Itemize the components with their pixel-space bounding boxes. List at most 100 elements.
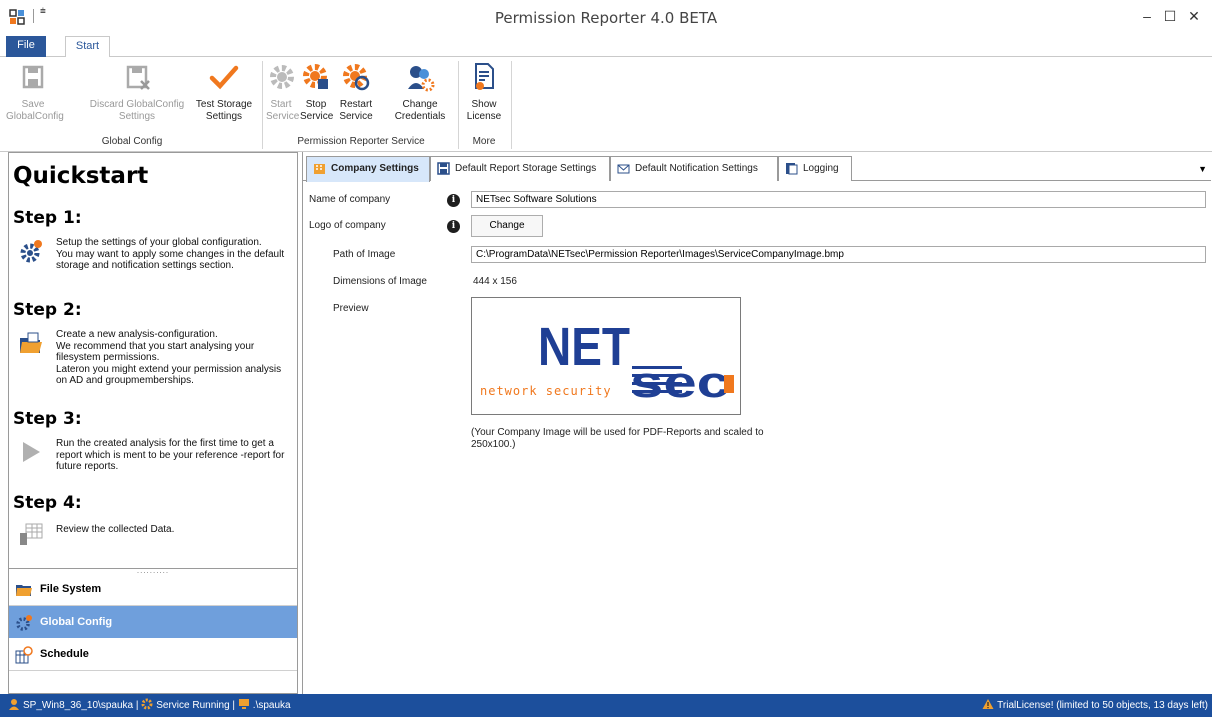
company-name-label: Name of company: [309, 194, 391, 205]
user-icon: [9, 699, 19, 710]
schedule-icon: [15, 646, 33, 664]
step-4-heading: Step 4:: [13, 493, 82, 513]
step-3-heading: Step 3:: [13, 409, 82, 429]
logo-preview: NET sec network security: [471, 297, 741, 415]
nav-divider: [9, 670, 297, 671]
close-button[interactable]: ✕: [1184, 8, 1204, 26]
log-book-icon: [786, 163, 798, 175]
group-label-service: Permission Reporter Service: [297, 136, 425, 147]
license-document-icon: [475, 63, 494, 90]
preview-note: (Your Company Image will be used for PDF…: [471, 427, 764, 450]
change-logo-button[interactable]: Change: [471, 215, 543, 237]
license-status: TrialLicense! (limited to 50 objects, 13…: [997, 700, 1208, 711]
stop-service-label: Stop Service: [300, 99, 334, 122]
restart-service-button[interactable]: Restart Service: [336, 61, 376, 123]
tab-default-notification[interactable]: Default Notification Settings: [610, 156, 778, 181]
image-dimensions-value: 444 x 156: [473, 276, 517, 287]
save-icon: [437, 162, 450, 175]
tab-label: Default Notification Settings: [635, 163, 758, 174]
status-service: Service Running: [156, 700, 230, 711]
change-credentials-button[interactable]: Change Credentials: [390, 61, 450, 123]
minimize-button[interactable]: –: [1137, 8, 1157, 26]
company-name-field[interactable]: NETsec Software Solutions: [471, 191, 1206, 208]
nav-item-file-system[interactable]: File System: [9, 573, 297, 605]
test-storage-settings-button[interactable]: Test Storage Settings: [190, 61, 258, 123]
gear-icon: [16, 615, 32, 631]
ribbon-separator: [262, 61, 263, 149]
stop-service-button[interactable]: Stop Service: [300, 61, 334, 123]
discard-globalconfig-button[interactable]: Discard GlobalConfig Settings: [86, 61, 188, 123]
settings-tab-strip: Company Settings Default Report Storage …: [303, 156, 1211, 182]
show-license-button[interactable]: Show License: [464, 61, 504, 123]
tab-default-report-storage[interactable]: Default Report Storage Settings: [430, 156, 610, 181]
nav-item-schedule[interactable]: Schedule: [9, 638, 297, 670]
nav-item-global-config[interactable]: Global Config: [9, 606, 297, 638]
status-separator: |: [135, 700, 139, 711]
maximize-button[interactable]: ☐: [1160, 8, 1180, 26]
discard-label: Discard GlobalConfig Settings: [89, 99, 185, 122]
company-logo-label: Logo of company: [309, 220, 386, 231]
status-host: SP_Win8_36_10\spauka: [23, 700, 134, 711]
tab-label: Company Settings: [331, 163, 419, 174]
checkmark-icon: [209, 65, 239, 90]
change-credentials-label: Change Credentials: [394, 99, 446, 122]
logo-dot: [724, 375, 734, 393]
nav-item-label: File System: [40, 583, 102, 595]
start-service-label: Start Service: [266, 99, 300, 122]
preview-label: Preview: [333, 303, 369, 314]
ribbon-separator: [511, 61, 512, 149]
logo-tagline: network security: [480, 384, 612, 398]
envelope-icon: [617, 164, 630, 174]
info-icon[interactable]: i: [447, 194, 460, 207]
save-icon: [22, 65, 44, 89]
credentials-icon: [408, 66, 435, 92]
restart-service-label: Restart Service: [339, 99, 373, 122]
building-icon: [314, 164, 325, 174]
ribbon-separator: [458, 61, 459, 149]
save-label: Save GlobalConfig: [6, 99, 64, 122]
netsec-logo-image: NET sec network security: [480, 317, 734, 407]
logo-net-text: NET: [538, 317, 630, 377]
status-bar: SP_Win8_36_10\spauka | Service Running |…: [0, 694, 1212, 717]
play-icon: [23, 442, 40, 462]
gear-icon: [20, 240, 42, 263]
nav-item-label: Schedule: [40, 648, 89, 660]
image-path-label: Path of Image: [333, 249, 396, 260]
quickstart-title: Quickstart: [13, 163, 149, 189]
step-1-heading: Step 1:: [13, 208, 82, 228]
step-2-heading: Step 2:: [13, 300, 82, 320]
info-icon[interactable]: i: [447, 220, 460, 233]
service-gear-icon: [141, 698, 153, 710]
start-service-button[interactable]: Start Service: [266, 61, 300, 123]
step-1-text: Setup the settings of your global config…: [56, 237, 285, 271]
tab-label: Logging: [803, 163, 839, 174]
logo-sec-text: sec: [630, 358, 730, 407]
table-data-icon: [20, 523, 43, 545]
step-3-text: Run the created analysis for the first t…: [56, 438, 285, 472]
step-2-text: Create a new analysis-configuration. We …: [56, 329, 282, 386]
image-path-field[interactable]: C:\ProgramData\NETsec\Permission Reporte…: [471, 246, 1206, 263]
tab-company-settings[interactable]: Company Settings: [306, 156, 430, 182]
tab-logging[interactable]: Logging: [778, 156, 852, 181]
show-license-label: Show License: [466, 99, 502, 122]
step-4-text: Review the collected Data.: [56, 524, 175, 535]
status-user: .\spauka: [252, 700, 291, 711]
tab-list-dropdown-icon[interactable]: ▼: [1198, 164, 1207, 174]
discard-save-icon: [126, 65, 150, 90]
status-right: TrialLicense! (limited to 50 objects, 13…: [982, 694, 1208, 717]
ribbon: Save GlobalConfig Discard GlobalConfig S…: [0, 57, 1212, 152]
status-left: SP_Win8_36_10\spauka | Service Running |…: [8, 694, 291, 717]
gear-restart-icon: [343, 64, 370, 91]
tab-file[interactable]: File: [6, 36, 46, 57]
gear-stop-icon: [303, 64, 328, 89]
test-storage-label: Test Storage Settings: [195, 99, 253, 122]
tab-label: Default Report Storage Settings: [455, 163, 597, 174]
save-globalconfig-button[interactable]: Save GlobalConfig: [6, 61, 64, 123]
computer-icon: [238, 699, 249, 709]
file-system-icon: [16, 585, 32, 596]
title-bar: ⩧ Permission Reporter 4.0 BETA – ☐ ✕: [0, 0, 1212, 34]
tab-start[interactable]: Start: [65, 36, 110, 59]
status-separator: |: [232, 700, 236, 711]
nav-item-label: Global Config: [40, 616, 113, 628]
image-dimensions-label: Dimensions of Image: [333, 276, 427, 287]
